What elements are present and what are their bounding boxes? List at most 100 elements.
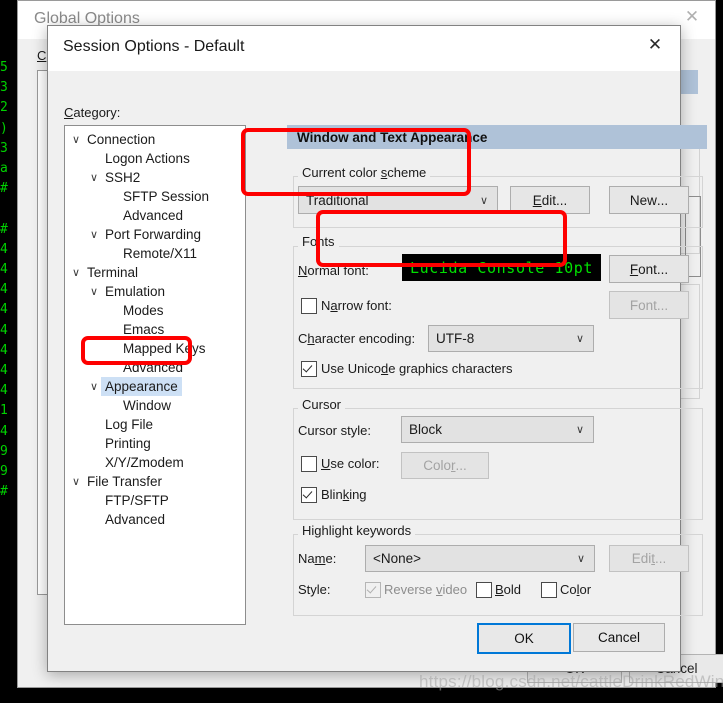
tree-item-port-forwarding[interactable]: ∨ Port Forwarding — [65, 225, 245, 244]
highlight-keywords-group-label: Highlight keywords — [298, 523, 416, 538]
label-part-b: cheme — [387, 165, 427, 180]
tree-item-emulation[interactable]: ∨ Emulation — [65, 282, 245, 301]
category-tree[interactable]: ∨ Connection Logon Actions ∨ SSH2 SFTP Sessio… — [64, 125, 246, 625]
accel-char: U — [321, 456, 331, 471]
label-part-a: N — [321, 298, 331, 313]
watermark-text: https://blog.csdn.net/cattleDrinkRedWine — [419, 672, 723, 691]
tree-item-ssh2[interactable]: ∨ SSH2 — [65, 168, 245, 187]
tree-item-label: Log File — [105, 417, 154, 432]
content-section-title: Window and Text Appearance — [297, 129, 488, 145]
tree-item-label: Emulation — [105, 284, 166, 299]
bold-checkbox[interactable] — [476, 582, 492, 598]
cursor-style-value: Block — [409, 422, 443, 437]
cursor-group-label: Cursor — [298, 397, 346, 412]
use-color-checkbox[interactable] — [301, 456, 317, 472]
blinking-checkbox[interactable] — [301, 487, 317, 503]
category-label: Category: — [64, 105, 120, 120]
color-label: Color — [560, 582, 591, 597]
tree-item-appearance[interactable]: ∨ Appearance — [65, 377, 245, 396]
narrow-font-checkbox[interactable] — [301, 298, 317, 314]
tree-item-advanced[interactable]: Advanced — [65, 358, 245, 377]
tree-item-modes[interactable]: Modes — [65, 301, 245, 320]
highlight-edit-button: Edi t... — [609, 545, 689, 572]
tree-item-emacs[interactable]: Emacs — [65, 320, 245, 339]
chevron-down-icon[interactable]: ∨ — [87, 377, 101, 396]
tree-item-advanced[interactable]: Advanced — [65, 206, 245, 225]
fonts-group-label: Fonts — [298, 234, 339, 249]
ok-button[interactable]: OK — [477, 623, 571, 654]
tree-item-terminal[interactable]: ∨ Terminal — [65, 263, 245, 282]
color-checkbox[interactable] — [541, 582, 557, 598]
tree-item-label: Terminal — [87, 265, 139, 280]
tree-item-label: Printing — [105, 436, 151, 451]
highlight-name-combo[interactable]: <None> ∨ — [365, 545, 595, 572]
color-scheme-group-label: Current color scheme — [298, 165, 431, 180]
chevron-down-icon[interactable]: ∨ — [69, 472, 83, 491]
tree-item-logon-actions[interactable]: Logon Actions — [65, 149, 245, 168]
label-part-b: e graphics characters — [388, 361, 513, 376]
chevron-down-icon[interactable]: ∨ — [576, 423, 584, 436]
tree-item-ftp-sftp[interactable]: FTP/SFTP — [65, 491, 245, 510]
tree-item-log-file[interactable]: Log File — [65, 415, 245, 434]
tree-item-advanced[interactable]: Advanced — [65, 510, 245, 529]
chevron-down-icon[interactable]: ∨ — [577, 552, 585, 565]
label-part-a: Na — [298, 551, 315, 566]
chevron-down-icon[interactable]: ∨ — [87, 282, 101, 301]
tree-item-label: SFTP Session — [123, 189, 210, 204]
chevron-down-icon[interactable]: ∨ — [69, 263, 83, 282]
label-part-a: Co — [560, 582, 577, 597]
tree-item-connection[interactable]: ∨ Connection — [65, 130, 245, 149]
label-rest: ont... — [638, 261, 669, 277]
cursor-color-button: Colo r... — [401, 452, 489, 479]
use-color-label: Use color: — [321, 456, 380, 471]
label-part-b: e: — [325, 551, 337, 566]
tree-item-mapped-keys[interactable]: Mapped Keys — [65, 339, 245, 358]
label-rest: dit... — [541, 192, 568, 208]
narrow-font-button: Font... — [609, 291, 689, 319]
chevron-down-icon[interactable]: ∨ — [576, 332, 584, 345]
color-scheme-new-button[interactable]: New... — [609, 186, 689, 214]
tree-item-label: SSH2 — [105, 170, 141, 185]
label-rest: old — [503, 582, 522, 597]
character-encoding-combo[interactable]: UTF-8 ∨ — [428, 325, 594, 352]
label-part-b: ... — [455, 458, 467, 473]
tree-item-file-transfer[interactable]: ∨ File Transfer — [65, 472, 245, 491]
close-icon[interactable]: ✕ — [632, 28, 678, 61]
chevron-down-icon[interactable]: ∨ — [87, 168, 101, 187]
chevron-down-icon[interactable]: ∨ — [87, 225, 101, 244]
tree-item-x-y-zmodem[interactable]: X/Y/Zmodem — [65, 453, 245, 472]
chevron-down-icon[interactable]: ∨ — [480, 194, 488, 207]
tree-item-label: Advanced — [123, 208, 184, 223]
normal-font-value: Lucida Console 10pt — [410, 258, 593, 277]
tree-item-window[interactable]: Window — [65, 396, 245, 415]
accel-char: C — [64, 105, 74, 120]
tree-item-label: Connection — [87, 132, 156, 147]
label-part-b: or — [579, 582, 592, 597]
label-part-a: Current color — [302, 165, 381, 180]
chevron-down-icon[interactable]: ∨ — [69, 130, 83, 149]
cancel-button[interactable]: Cancel — [573, 623, 665, 652]
accel-char: a — [330, 298, 338, 313]
accel-char: h — [307, 331, 315, 346]
tree-item-label: Emacs — [123, 322, 165, 337]
cursor-style-combo[interactable]: Block ∨ — [401, 416, 594, 443]
accel-char: C — [37, 48, 47, 63]
tree-item-label: Mapped Keys — [123, 341, 206, 356]
tree-item-printing[interactable]: Printing — [65, 434, 245, 453]
character-encoding-label: Character encoding: — [298, 331, 415, 346]
tree-item-label: FTP/SFTP — [105, 493, 169, 508]
session-options-title: Session Options - Default — [63, 38, 245, 55]
normal-font-button[interactable]: Font... — [609, 255, 689, 283]
color-scheme-combo[interactable]: Traditional ∨ — [298, 186, 498, 214]
tree-item-sftp-session[interactable]: SFTP Session — [65, 187, 245, 206]
category-label-rest: ategory: — [73, 105, 121, 120]
tree-item-remote-x11[interactable]: Remote/X11 — [65, 244, 245, 263]
blinking-label: Blinking — [321, 487, 367, 502]
label-rest: ormal font: — [307, 263, 369, 278]
color-scheme-edit-button[interactable]: Edit... — [510, 186, 590, 214]
reverse-video-checkbox — [365, 582, 381, 598]
reverse-video-label: Reverse video — [384, 582, 467, 597]
use-unicode-graphics-checkbox[interactable] — [301, 361, 317, 377]
label-part-b: ... — [656, 192, 669, 208]
accel-char: F — [629, 261, 639, 277]
